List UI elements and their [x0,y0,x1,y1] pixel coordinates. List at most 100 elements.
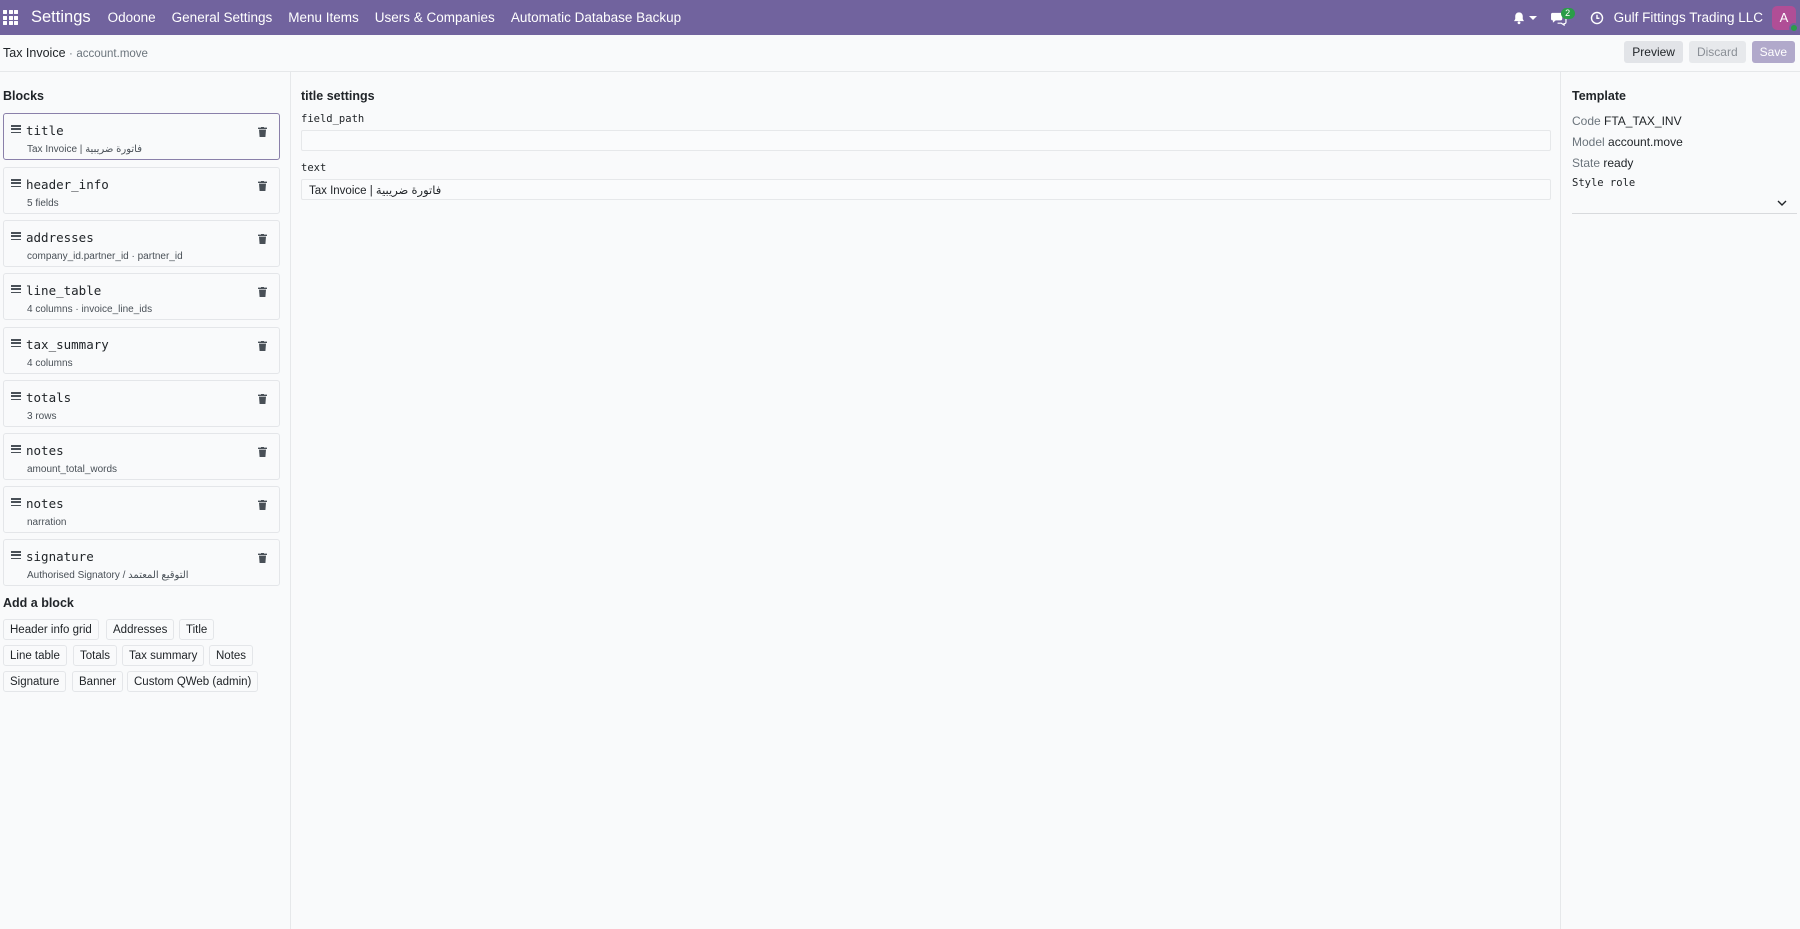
block-card-notes[interactable]: notes amount_total_words [3,433,280,480]
drag-handle-icon[interactable] [11,125,21,133]
drag-handle-icon[interactable] [11,498,21,506]
block-card-title[interactable]: title Tax Invoice | فاتورة ضريبية [3,113,280,160]
field-path-label: field_path [301,113,365,125]
bell-icon[interactable] [1512,11,1526,25]
block-card-signature[interactable]: signature Authorised Signatory / التوقيع… [3,539,280,586]
state-value: ready [1603,156,1634,170]
add-block-heading: Add a block [3,596,74,610]
breadcrumb-separator: · [69,48,73,60]
add-title-button[interactable]: Title [179,619,215,640]
add-totals-button[interactable]: Totals [73,645,118,666]
block-subtitle: amount_total_words [27,464,118,475]
presence-indicator [1789,22,1799,33]
trash-icon[interactable] [258,127,267,137]
blocks-panel: Blocks title Tax Invoice | فاتورة ضريبية… [0,72,291,929]
chevron-down-icon[interactable] [1528,15,1537,20]
block-subtitle: 3 rows [27,411,57,422]
trash-icon[interactable] [258,287,267,297]
block-subtitle: narration [27,517,67,528]
block-title: tax_summary [26,337,109,352]
control-panel: Tax Invoice · account.move Preview Disca… [0,35,1800,72]
block-subtitle: 4 columns [27,358,73,369]
block-card-line-table[interactable]: line_table 4 columns · invoice_line_ids [3,273,280,320]
block-card-notes-narration[interactable]: notes narration [3,486,280,533]
code-key: Code [1572,114,1601,128]
template-code-row: Code FTA_TAX_INV [1572,114,1682,128]
add-custom-qweb-button[interactable]: Custom QWeb (admin) [127,671,259,692]
style-role-select[interactable] [1572,194,1797,214]
style-role-label: Style role [1572,177,1636,189]
drag-handle-icon[interactable] [11,551,21,559]
drag-handle-icon[interactable] [11,339,21,347]
add-addresses-button[interactable]: Addresses [106,619,175,640]
menu-item-database-backup[interactable]: Automatic Database Backup [511,10,681,25]
block-subtitle: Tax Invoice | فاتورة ضريبية [27,144,142,155]
trash-icon[interactable] [258,181,267,191]
save-button[interactable]: Save [1751,41,1795,63]
preview-button[interactable]: Preview [1624,41,1683,63]
model-key: Model [1572,135,1605,149]
block-title: notes [26,443,64,458]
chevron-down-icon [1777,200,1787,206]
template-model-row: Model account.move [1572,135,1683,149]
add-signature-button[interactable]: Signature [3,671,67,692]
discard-button[interactable]: Discard [1688,41,1746,63]
block-subtitle: 4 columns · invoice_line_ids [27,304,153,315]
user-avatar[interactable]: A [1772,5,1799,33]
state-key: State [1572,156,1601,170]
add-tax-summary-button[interactable]: Tax summary [122,645,205,666]
block-card-addresses[interactable]: addresses company_id.partner_id · partne… [3,220,280,267]
systray: 2 Gulf Fittings Trading LLC A [1512,0,1800,35]
text-input[interactable]: Tax Invoice | فاتورة ضريبية [301,179,1551,200]
block-subtitle: Authorised Signatory / التوقيع المعتمد [27,570,189,581]
template-state-row: State ready [1572,156,1633,170]
block-card-tax-summary[interactable]: tax_summary 4 columns [3,327,280,374]
main-menu: Odoone General Settings Menu Items Users… [108,10,698,25]
trash-icon[interactable] [258,500,267,510]
drag-handle-icon[interactable] [11,232,21,240]
app-name[interactable]: Settings [31,8,91,27]
drag-handle-icon[interactable] [11,285,21,293]
trash-icon[interactable] [258,341,267,351]
block-card-totals[interactable]: totals 3 rows [3,380,280,427]
trash-icon[interactable] [258,447,267,457]
settings-heading: title settings [301,89,375,103]
trash-icon[interactable] [258,394,267,404]
block-subtitle: company_id.partner_id · partner_id [27,251,183,262]
breadcrumb: Tax Invoice · account.move [3,46,148,60]
block-settings-panel: title settings field_path text Tax Invoi… [291,72,1561,929]
apps-grid-icon[interactable] [0,0,22,35]
add-line-table-button[interactable]: Line table [3,645,67,666]
add-notes-button[interactable]: Notes [209,645,254,666]
clock-icon[interactable] [1590,11,1604,25]
text-label: text [301,162,327,174]
block-title: notes [26,496,64,511]
block-card-header-info[interactable]: header_info 5 fields [3,167,280,214]
model-value: account.move [1608,135,1683,149]
page-title: Tax Invoice [3,46,66,60]
add-banner-button[interactable]: Banner [72,671,124,692]
control-panel-buttons: Preview Discard Save [1618,41,1795,63]
template-heading: Template [1572,89,1626,103]
top-navbar: Settings Odoone General Settings Menu It… [0,0,1800,35]
menu-item-odoone[interactable]: Odoone [108,10,156,25]
drag-handle-icon[interactable] [11,445,21,453]
template-panel: Template Code FTA_TAX_INV Model account.… [1561,72,1800,929]
block-title: totals [26,390,72,405]
messages-button[interactable]: 2 [1550,7,1575,28]
code-value: FTA_TAX_INV [1604,114,1682,128]
add-header-info-grid-button[interactable]: Header info grid [3,619,99,640]
block-title: line_table [26,283,102,298]
company-switcher[interactable]: Gulf Fittings Trading LLC [1614,10,1763,25]
drag-handle-icon[interactable] [11,179,21,187]
trash-icon[interactable] [258,553,267,563]
trash-icon[interactable] [258,234,267,244]
drag-handle-icon[interactable] [11,392,21,400]
menu-item-menu-items[interactable]: Menu Items [288,10,359,25]
menu-item-general-settings[interactable]: General Settings [172,10,273,25]
block-title: title [26,123,64,138]
field-path-input[interactable] [301,130,1551,151]
menu-item-users-companies[interactable]: Users & Companies [375,10,495,25]
messages-count-badge: 2 [1560,7,1575,19]
block-subtitle: 5 fields [27,198,59,209]
